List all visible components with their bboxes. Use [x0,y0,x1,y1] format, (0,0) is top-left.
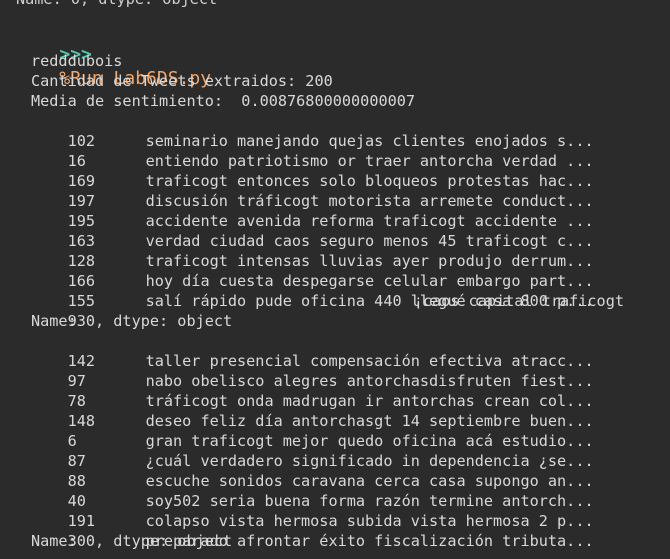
series-row: 6 gran traficogt mejor quedo oficina acá … [31,411,594,450]
shell-console[interactable]: Name: 0, dtype: object >>> %Run Lab6DS.p… [0,0,670,559]
series-row: 166 hoy día cuesta despegarse celular emb… [31,251,594,290]
series-row: 142 taller presencial compensación efecti… [31,331,594,370]
series-row: 78 tráficogt onda madrugan ir antorchas c… [31,371,594,410]
series-row: 40 soy502 seria buena forma razón termine… [31,471,594,510]
series-row: 197 discusión tráficogt motorista arremet… [31,171,594,210]
series-row: 93 ¡caos capital traficogt [31,291,647,330]
series-row: 163 verdad ciudad caos seguro menos 45 tr… [31,211,594,250]
series-row: 16 entiendo patriotismo or traer antorcha… [31,131,594,170]
username-line: redddubois [31,52,123,70]
command-prompt-line: >>> %Run Lab6DS.py [16,19,211,89]
series-footer: Name: 0, dtype: object [31,532,233,550]
series-row: 102 seminario manejando quejas clientes e… [31,111,594,150]
series-row: 191 colapso vista hermosa subida vista he… [31,491,594,530]
series-row: 128 traficogt intensas lluvias ayer produ… [31,231,594,270]
series-footer: Name: 0, dtype: object [31,312,233,330]
series-row: 87 ¿cuál verdadero significado in depende… [31,431,594,470]
previous-output-line: Name: 0, dtype: object [16,0,217,9]
series-row: 148 deseo feliz día antorchasgt 14 septie… [31,391,594,430]
series-row: 30 preparado afrontar éxito fiscalización… [31,511,594,550]
series-row: 195 accidente avenida reforma traficogt a… [31,191,594,230]
sentiment-line: Media de sentimiento: 0.0087680000000000… [31,92,416,110]
series-row: 155 salí rápido pude oficina 440 llegué c… [31,271,594,310]
series-row: 169 traficogt entonces solo bloqueos prot… [31,151,594,190]
series-row: 88 escuche sonidos caravana cerca casa su… [31,451,594,490]
tweet-count-line: Cantidad de Tweets extraidos: 200 [31,72,333,90]
row-text: ¡caos capital traficogt [413,292,624,310]
series-row: 97 nabo obelisco alegres antorchasdisfrut… [31,351,594,390]
